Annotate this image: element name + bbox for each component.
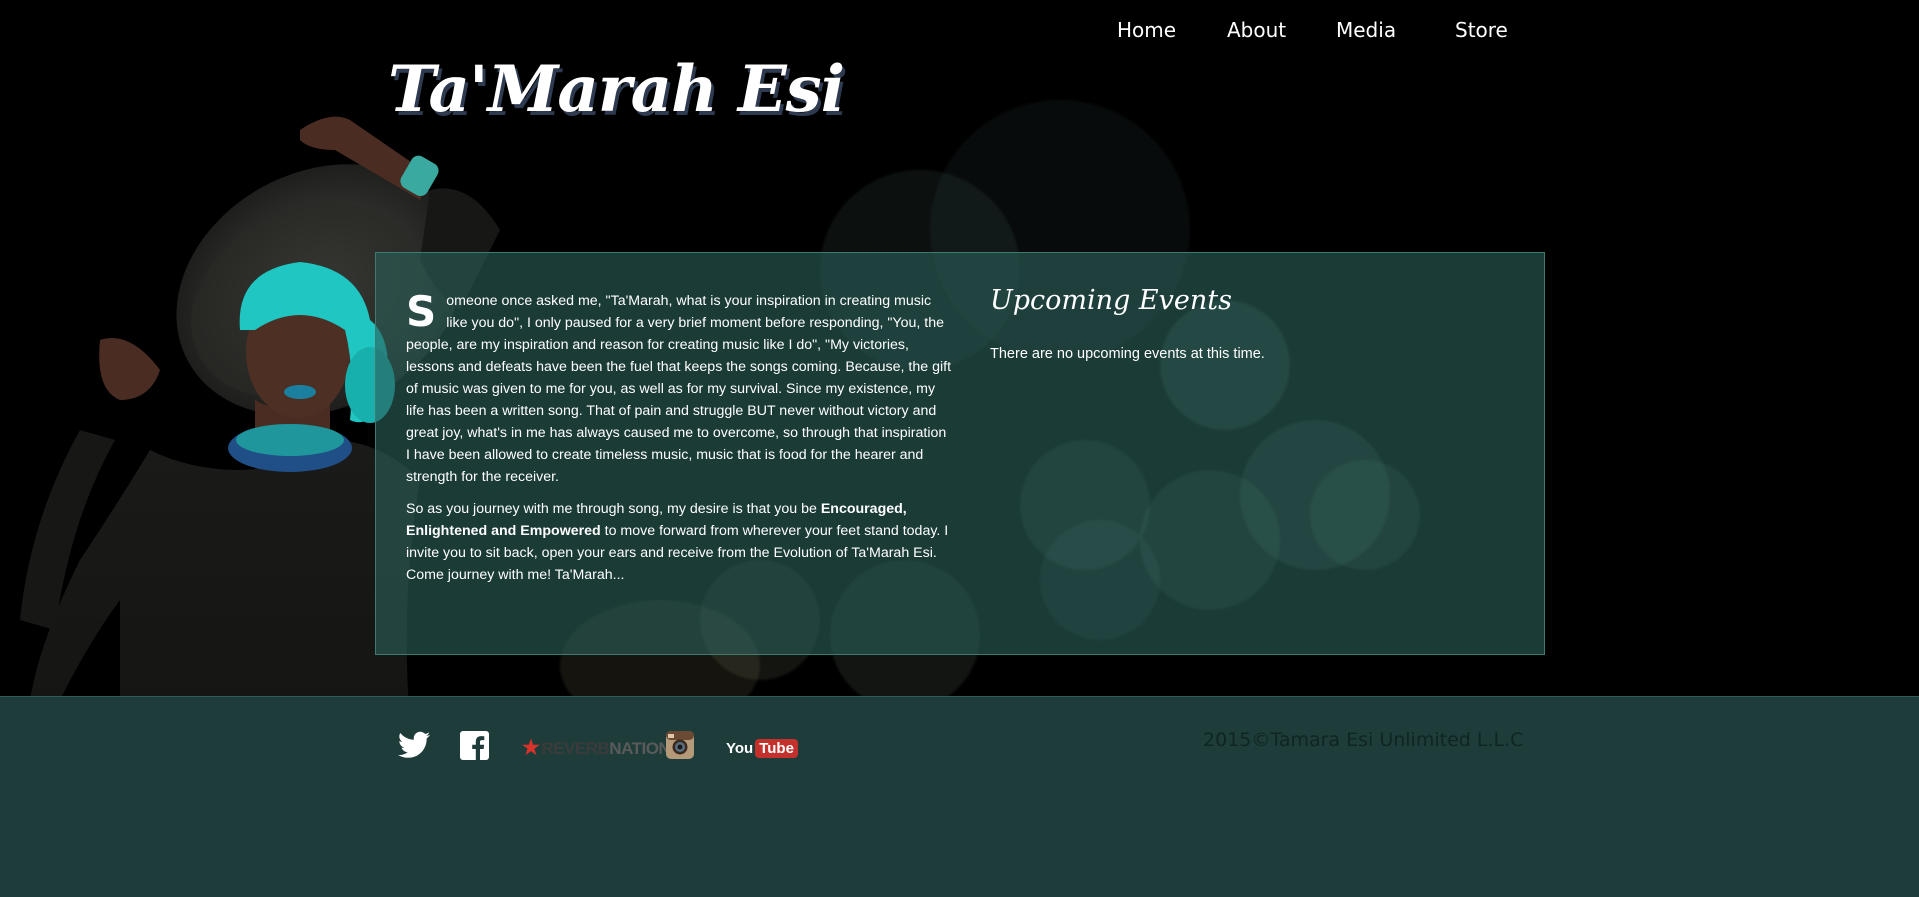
site-logo[interactable]: Ta'Marah Esi xyxy=(388,52,845,127)
intro-paragraph-2: So as you journey with me through song, … xyxy=(406,498,951,586)
youtube-tube-text: Tube xyxy=(755,738,798,758)
youtube-link[interactable]: You Tube xyxy=(726,731,798,765)
reverbnation-star-icon: ★ xyxy=(522,737,540,759)
intro-paragraph-1: Someone once asked me, "Ta'Marah, what i… xyxy=(406,290,951,488)
events-heading: Upcoming Events xyxy=(990,285,1232,316)
nav-store-link[interactable]: Store xyxy=(1455,18,1508,42)
facebook-f-icon xyxy=(460,731,489,760)
content-panel: Someone once asked me, "Ta'Marah, what i… xyxy=(375,252,1545,655)
reverbnation-nation: NATION xyxy=(609,739,671,758)
nav-about-link[interactable]: About xyxy=(1227,18,1286,42)
youtube-you-text: You xyxy=(726,739,754,757)
main-nav: Home About Media Store xyxy=(1100,18,1520,48)
reverbnation-link[interactable]: ★ REVERBNATION xyxy=(522,731,671,766)
events-empty-message: There are no upcoming events at this tim… xyxy=(990,346,1265,362)
twitter-link[interactable] xyxy=(398,731,430,764)
nav-media-link[interactable]: Media xyxy=(1336,18,1396,42)
intro-text: Someone once asked me, "Ta'Marah, what i… xyxy=(406,290,951,596)
copyright-text: 2015©Tamara Esi Unlimited L.L.C xyxy=(1203,729,1524,751)
twitter-bird-icon xyxy=(398,731,430,758)
nav-home-link[interactable]: Home xyxy=(1117,18,1176,42)
intro-paragraph-1-text: omeone once asked me, "Ta'Marah, what is… xyxy=(406,293,952,485)
site-footer: ★ REVERBNATION You Tube 2015©Tamara Esi Un… xyxy=(0,696,1919,897)
reverbnation-reverb: REVERB xyxy=(541,739,610,758)
intro-paragraph-2-text-a: So as you journey with me through song, … xyxy=(406,501,821,517)
instagram-link[interactable] xyxy=(666,731,694,764)
facebook-link[interactable] xyxy=(460,731,489,765)
instagram-camera-icon xyxy=(666,731,694,759)
upcoming-events: Upcoming Events There are no upcoming ev… xyxy=(990,285,1490,362)
drop-cap: S xyxy=(406,287,437,336)
